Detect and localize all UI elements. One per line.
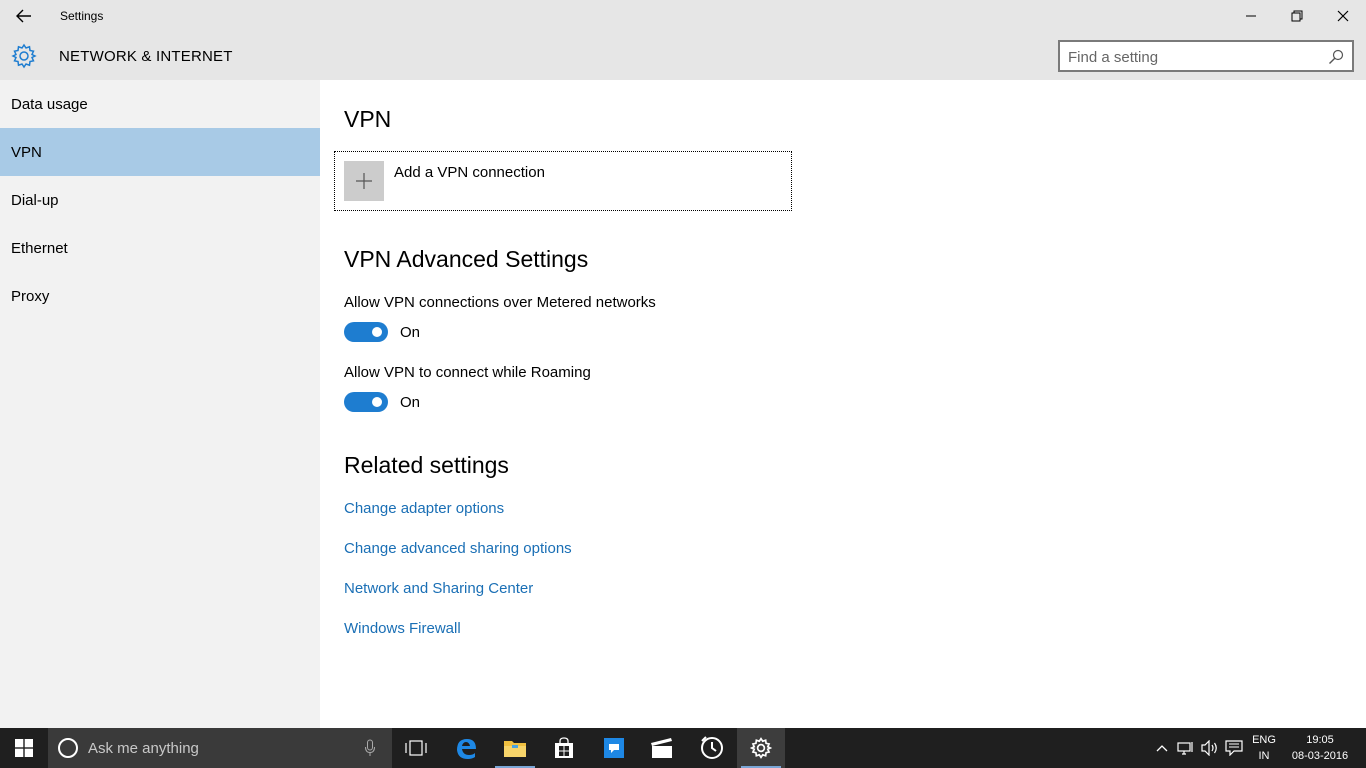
plus-icon: [356, 173, 372, 189]
title-bar: Settings: [0, 0, 1366, 32]
microphone-icon[interactable]: [364, 739, 376, 757]
messaging-button[interactable]: [590, 728, 638, 768]
settings-taskbar-button[interactable]: [737, 728, 785, 768]
metered-toggle[interactable]: [344, 322, 388, 342]
folder-icon: [504, 741, 526, 757]
network-icon: [1177, 742, 1193, 755]
sidebar-item-ethernet[interactable]: Ethernet: [0, 224, 320, 272]
windows-logo-icon: [15, 739, 33, 757]
search-input[interactable]: [1068, 47, 1318, 67]
volume-tray-button[interactable]: [1198, 728, 1222, 768]
add-vpn-label: Add a VPN connection: [394, 164, 545, 181]
sidebar: Data usage VPN Dial-up Ethernet Proxy: [0, 80, 320, 728]
page-title: NETWORK & INTERNET: [59, 48, 233, 65]
roaming-toggle[interactable]: [344, 392, 388, 412]
app-title: Settings: [60, 9, 104, 23]
toggle-knob: [372, 397, 382, 407]
gear-icon: [11, 43, 37, 69]
plus-tile: [344, 161, 384, 201]
cortana-search-box[interactable]: Ask me anything: [48, 728, 392, 768]
network-sharing-center-link[interactable]: Network and Sharing Center: [344, 580, 533, 597]
store-icon: [555, 737, 573, 758]
search-box[interactable]: [1058, 40, 1354, 72]
advanced-settings-heading: VPN Advanced Settings: [344, 246, 589, 272]
add-vpn-button[interactable]: Add a VPN connection: [334, 151, 792, 211]
clock[interactable]: 19:05 08-03-2016: [1288, 732, 1352, 764]
minimize-icon: [1246, 15, 1256, 17]
roaming-setting-label: Allow VPN to connect while Roaming: [344, 364, 591, 381]
roaming-toggle-state: On: [400, 394, 421, 411]
task-view-icon: [405, 740, 427, 756]
language-region: IN: [1258, 750, 1270, 762]
start-button[interactable]: [0, 728, 48, 768]
taskbar: Ask me anything ENG IN 19:05 08-03-2016: [0, 728, 1366, 768]
sidebar-item-vpn[interactable]: VPN: [0, 128, 320, 176]
sidebar-item-dial-up[interactable]: Dial-up: [0, 176, 320, 224]
back-arrow-icon: [16, 9, 31, 23]
change-adapter-options-link[interactable]: Change adapter options: [344, 500, 504, 517]
cortana-icon: [58, 738, 78, 758]
edge-browser-button[interactable]: [442, 728, 490, 768]
change-advanced-sharing-link[interactable]: Change advanced sharing options: [344, 540, 572, 557]
metered-toggle-state: On: [400, 324, 421, 341]
show-hidden-icons-button[interactable]: [1152, 728, 1172, 768]
vpn-heading: VPN: [344, 106, 392, 132]
store-button[interactable]: [540, 728, 588, 768]
close-button[interactable]: [1320, 0, 1366, 32]
language-code: ENG: [1252, 734, 1276, 746]
minimize-button[interactable]: [1228, 0, 1274, 32]
page-header: NETWORK & INTERNET: [0, 32, 1366, 80]
movies-tv-button[interactable]: [638, 728, 686, 768]
clock-time: 19:05: [1306, 734, 1334, 746]
gear-icon: [750, 737, 772, 759]
chevron-up-icon: [1156, 745, 1168, 752]
metered-setting-label: Allow VPN connections over Metered netwo…: [344, 294, 656, 311]
message-icon: [604, 738, 624, 758]
toggle-knob: [372, 327, 382, 337]
restore-icon: [1291, 10, 1303, 22]
related-settings-heading: Related settings: [344, 452, 509, 478]
close-icon: [1337, 10, 1349, 22]
file-explorer-button[interactable]: [491, 728, 539, 768]
restore-button[interactable]: [1274, 0, 1320, 32]
edge-icon: [457, 739, 476, 759]
sidebar-item-data-usage[interactable]: Data usage: [0, 80, 320, 128]
alarms-clock-button[interactable]: [688, 728, 736, 768]
network-tray-button[interactable]: [1174, 728, 1198, 768]
language-indicator[interactable]: ENG IN: [1250, 732, 1278, 764]
clock-date: 08-03-2016: [1291, 750, 1349, 762]
alarm-clock-icon: [701, 736, 723, 759]
task-view-button[interactable]: [392, 728, 440, 768]
sidebar-item-proxy[interactable]: Proxy: [0, 272, 320, 320]
cortana-search-text: Ask me anything: [88, 740, 199, 757]
notification-icon: [1225, 740, 1243, 756]
search-icon[interactable]: [1328, 49, 1344, 65]
clapperboard-icon: [651, 738, 672, 758]
speaker-icon: [1201, 740, 1217, 756]
back-button[interactable]: [8, 2, 40, 30]
windows-firewall-link[interactable]: Windows Firewall: [344, 620, 461, 637]
action-center-button[interactable]: [1222, 728, 1246, 768]
main-content: VPN Add a VPN connection VPN Advanced Se…: [320, 80, 1366, 728]
